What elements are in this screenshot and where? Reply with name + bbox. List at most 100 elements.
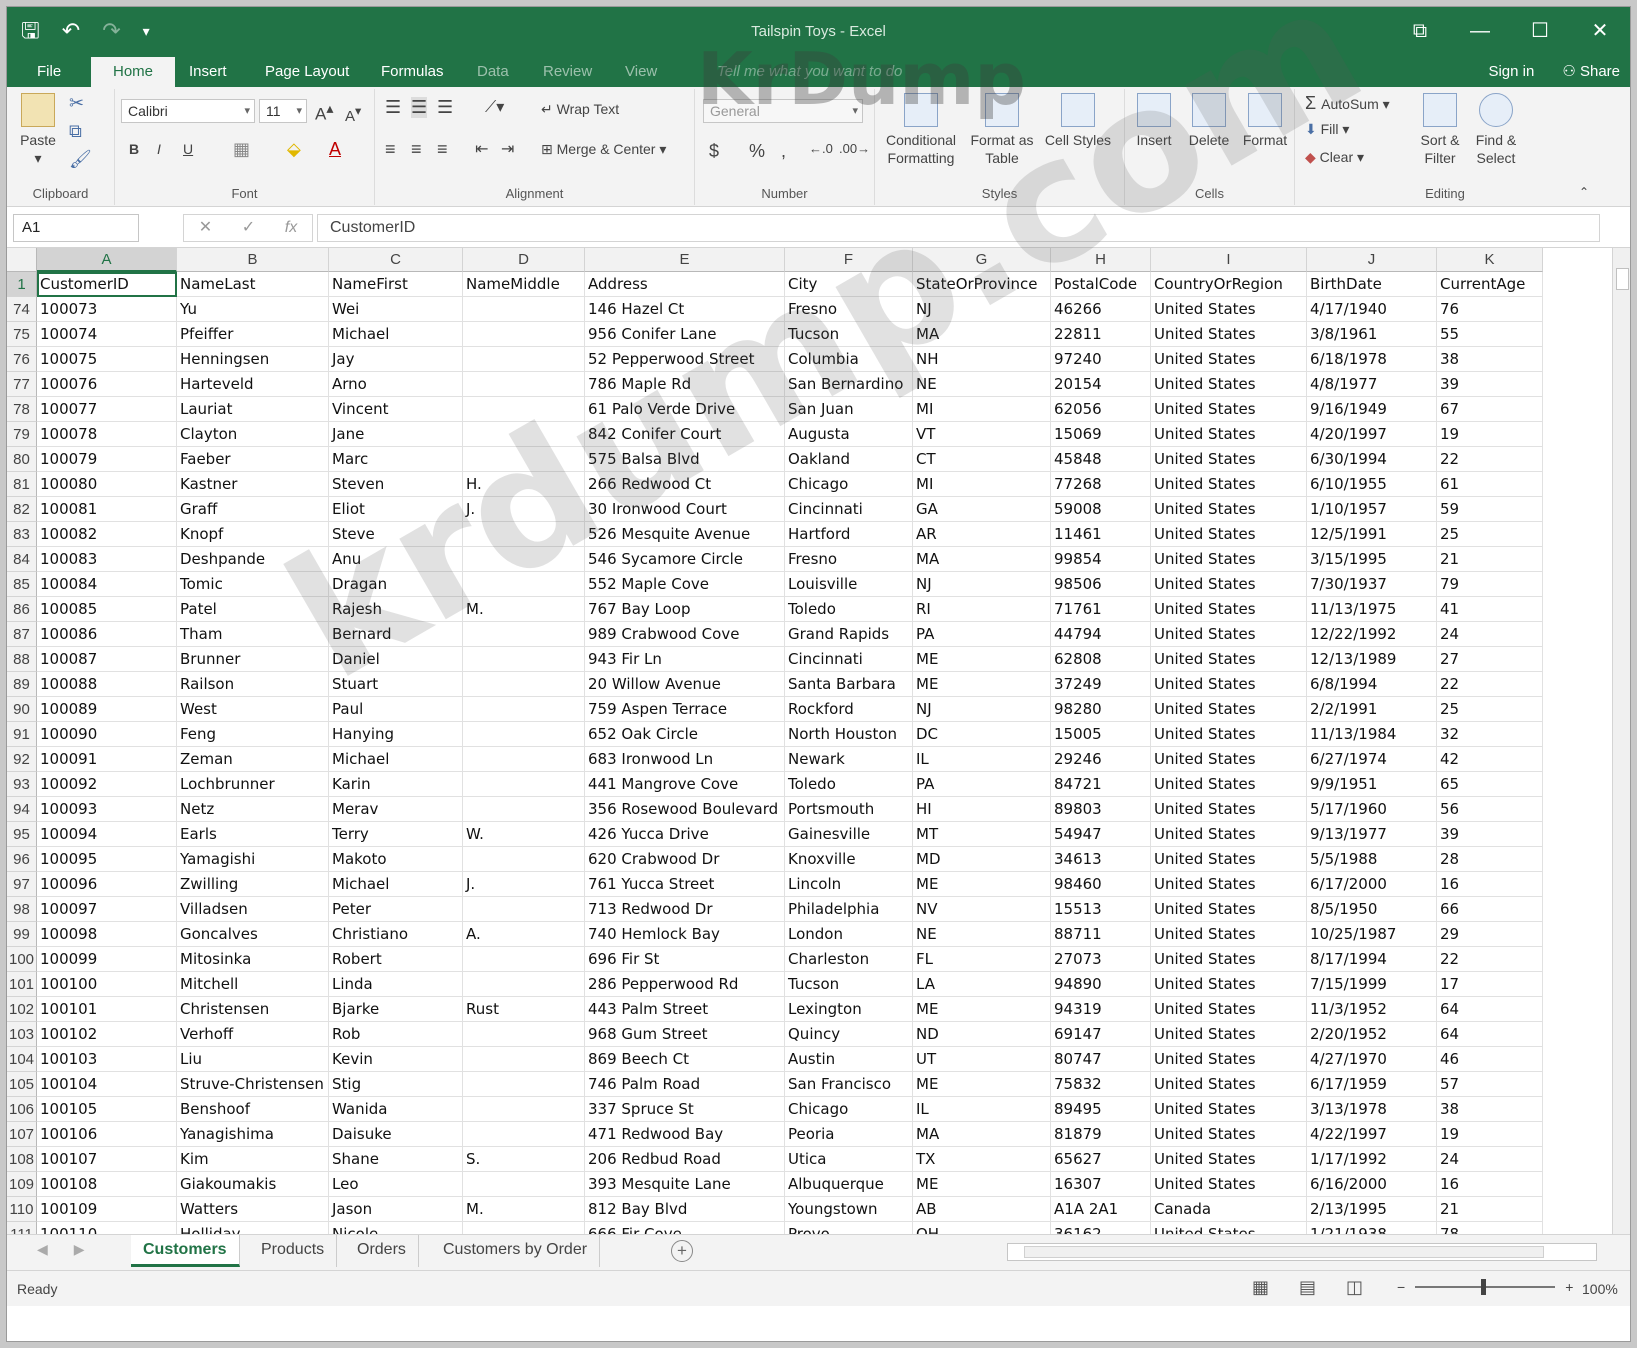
cell[interactable]: 6/18/1978	[1307, 347, 1437, 372]
row-header[interactable]: 90	[7, 697, 37, 722]
cell[interactable]: 21	[1437, 1197, 1543, 1222]
autosum-button[interactable]: Σ AutoSum ▾	[1305, 93, 1390, 114]
cell[interactable]	[463, 897, 585, 922]
row-header[interactable]: 85	[7, 572, 37, 597]
cell[interactable]	[463, 547, 585, 572]
page-break-view-icon[interactable]: ◫	[1346, 1277, 1363, 1298]
cell[interactable]: United States	[1151, 922, 1307, 947]
enter-icon[interactable]: ✓	[242, 215, 255, 241]
row-header[interactable]: 92	[7, 747, 37, 772]
cell[interactable]: Benshoof	[177, 1097, 329, 1122]
decrease-decimal-icon[interactable]: .00→	[839, 141, 870, 156]
cell[interactable]: 19	[1437, 422, 1543, 447]
increase-indent-icon[interactable]: ⇥	[501, 139, 514, 159]
cell[interactable]: 471 Redwood Bay	[585, 1122, 785, 1147]
cell[interactable]: Henningsen	[177, 347, 329, 372]
cell[interactable]: Rockford	[785, 697, 913, 722]
cell[interactable]	[463, 1072, 585, 1097]
cell[interactable]: Karin	[329, 772, 463, 797]
cell[interactable]: 100082	[37, 522, 177, 547]
cell[interactable]: West	[177, 697, 329, 722]
cell[interactable]: LA	[913, 972, 1051, 997]
cell[interactable]: 99854	[1051, 547, 1151, 572]
cell[interactable]: Lincoln	[785, 872, 913, 897]
cell[interactable]: AB	[913, 1197, 1051, 1222]
fill-color-icon[interactable]: ⬙	[287, 139, 301, 160]
cell[interactable]: 30 Ironwood Court	[585, 497, 785, 522]
cell[interactable]	[463, 772, 585, 797]
cell[interactable]: United States	[1151, 422, 1307, 447]
cell[interactable]: Jay	[329, 347, 463, 372]
cell[interactable]: 98280	[1051, 697, 1151, 722]
cell[interactable]: 6/10/1955	[1307, 472, 1437, 497]
cell[interactable]: Graff	[177, 497, 329, 522]
cell[interactable]: 79	[1437, 572, 1543, 597]
cell[interactable]: 100074	[37, 322, 177, 347]
cell[interactable]: United States	[1151, 297, 1307, 322]
cell[interactable]: Jane	[329, 422, 463, 447]
cell[interactable]: Michael	[329, 872, 463, 897]
cell[interactable]: 100099	[37, 947, 177, 972]
column-header-i[interactable]: I	[1151, 248, 1307, 272]
cell[interactable]: 100110	[37, 1222, 177, 1234]
header-cell[interactable]: CurrentAge	[1437, 272, 1543, 297]
cell[interactable]: San Juan	[785, 397, 913, 422]
cell[interactable]: United States	[1151, 597, 1307, 622]
cell[interactable]: Mitosinka	[177, 947, 329, 972]
sheet-tab-customers[interactable]: Customers	[131, 1235, 240, 1267]
cell[interactable]: Knoxville	[785, 847, 913, 872]
cell[interactable]: 100073	[37, 297, 177, 322]
cell[interactable]: 713 Redwood Dr	[585, 897, 785, 922]
row-header[interactable]: 74	[7, 297, 37, 322]
cell[interactable]: 28	[1437, 847, 1543, 872]
header-cell[interactable]: NameMiddle	[463, 272, 585, 297]
cell[interactable]: United States	[1151, 522, 1307, 547]
tab-insert[interactable]: Insert	[179, 57, 237, 87]
next-sheet-icon[interactable]: ▶	[74, 1241, 85, 1258]
cell[interactable]: 4/8/1977	[1307, 372, 1437, 397]
cell[interactable]: 337 Spruce St	[585, 1097, 785, 1122]
cell[interactable]: Patel	[177, 597, 329, 622]
cell[interactable]: Mitchell	[177, 972, 329, 997]
cell[interactable]: NE	[913, 922, 1051, 947]
merge-center-button[interactable]: ⊞ Merge & Center ▾	[541, 141, 666, 158]
cell[interactable]: MD	[913, 847, 1051, 872]
cell[interactable]: North Houston	[785, 722, 913, 747]
cell[interactable]: 15005	[1051, 722, 1151, 747]
cell[interactable]: Hartford	[785, 522, 913, 547]
conditional-formatting-button[interactable]: Conditional Formatting	[879, 93, 963, 167]
cell[interactable]: Austin	[785, 1047, 913, 1072]
cell[interactable]: 17	[1437, 972, 1543, 997]
cell[interactable]	[463, 697, 585, 722]
cell[interactable]: United States	[1151, 722, 1307, 747]
cell[interactable]: 356 Rosewood Boulevard	[585, 797, 785, 822]
zoom-slider[interactable]: − +	[1397, 1279, 1573, 1295]
cell[interactable]: 943 Fir Ln	[585, 647, 785, 672]
cell[interactable]: 38	[1437, 1097, 1543, 1122]
cell[interactable]	[463, 947, 585, 972]
cell[interactable]: 100095	[37, 847, 177, 872]
cell[interactable]: Terry	[329, 822, 463, 847]
cell[interactable]: United States	[1151, 447, 1307, 472]
cell[interactable]: NE	[913, 372, 1051, 397]
cell[interactable]: Toledo	[785, 597, 913, 622]
cell[interactable]	[463, 1022, 585, 1047]
cell[interactable]: 2/20/1952	[1307, 1022, 1437, 1047]
cell[interactable]	[463, 1097, 585, 1122]
cell[interactable]: United States	[1151, 572, 1307, 597]
column-header-g[interactable]: G	[913, 248, 1051, 272]
minimize-button[interactable]: —	[1450, 7, 1510, 57]
cell[interactable]: MA	[913, 322, 1051, 347]
cell[interactable]: Tomic	[177, 572, 329, 597]
cell[interactable]: Struve-Christensen	[177, 1072, 329, 1097]
row-header[interactable]: 101	[7, 972, 37, 997]
cell[interactable]	[463, 572, 585, 597]
cell[interactable]: 100109	[37, 1197, 177, 1222]
cell[interactable]: 20154	[1051, 372, 1151, 397]
cell[interactable]: Steve	[329, 522, 463, 547]
cell[interactable]: United States	[1151, 347, 1307, 372]
header-cell[interactable]: Address	[585, 272, 785, 297]
cell[interactable]: 16307	[1051, 1172, 1151, 1197]
header-cell[interactable]: NameFirst	[329, 272, 463, 297]
column-header-c[interactable]: C	[329, 248, 463, 272]
